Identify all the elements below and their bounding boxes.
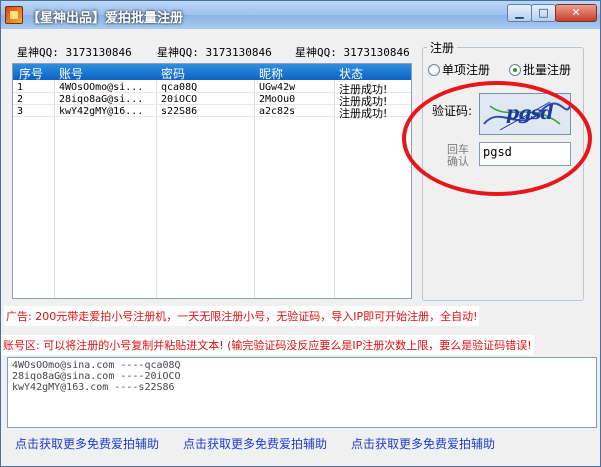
column-divider: [156, 64, 157, 298]
header-status[interactable]: 状态: [339, 65, 363, 82]
cell-nickname: a2c82s: [259, 106, 296, 117]
maximize-button[interactable]: □: [531, 4, 556, 22]
cell-index: 2: [17, 94, 24, 105]
radio-icon: [428, 64, 440, 76]
radio-single-register[interactable]: 单项注册: [428, 61, 490, 78]
header-password[interactable]: 密码: [161, 65, 185, 82]
radio-batch-label: 批量注册: [523, 63, 572, 77]
header-index[interactable]: 序号: [19, 65, 43, 82]
cell-status: 注册成功!: [339, 107, 388, 120]
column-divider: [54, 64, 55, 298]
column-divider: [254, 64, 255, 298]
account-area-hint: 账号区: 可以将注册的小号复制并粘贴进文本! (输完验证码没反应要么是IP注册次…: [1, 335, 534, 355]
free-helper-link-2[interactable]: 点击获取更多免费爱拍辅助: [183, 435, 327, 452]
radio-single-label: 单项注册: [442, 63, 491, 77]
header-nickname[interactable]: 昵称: [259, 65, 283, 82]
log-line: kwY42gMY@163.com ----s22S86: [12, 382, 175, 393]
log-line: 28iqo8aG@sina.com ----20iOCO: [12, 371, 181, 382]
cell-password: qca08Q: [161, 82, 198, 93]
highlight-circle: [402, 81, 592, 196]
table-header: 序号 账号 密码 昵称 状态: [13, 64, 411, 82]
ad-text: 广告: 200元带走爱拍小号注册机，一天无限注册小号，无验证码，导入IP即可开始…: [4, 306, 480, 326]
cell-password: 20iOCO: [161, 94, 198, 105]
cell-index: 1: [17, 82, 24, 93]
register-group-title: 注册: [427, 39, 458, 56]
radio-selected-icon: [509, 64, 521, 76]
app-icon: [5, 6, 23, 24]
cell-password: s22S86: [161, 106, 198, 117]
header-account[interactable]: 账号: [59, 65, 83, 82]
cell-index: 3: [17, 106, 24, 117]
account-log-textarea[interactable]: 4WOsOOmo@sina.com ----qca08Q 28iqo8aG@si…: [7, 357, 597, 428]
main-window: 【星神出品】爱拍批量注册 ▁ □ ✕ 星神QQ: 3173130846 星神QQ…: [0, 0, 601, 467]
free-helper-link-3[interactable]: 点击获取更多免费爱拍辅助: [351, 435, 495, 452]
window-title: 【星神出品】爱拍批量注册: [27, 11, 184, 26]
account-table[interactable]: 序号 账号 密码 昵称 状态 1 4WOsOOmo@si... qca08Q U…: [12, 63, 412, 299]
column-divider: [334, 64, 335, 298]
cell-account: 4WOsOOmo@si...: [59, 82, 144, 93]
qq-label-3: 星神QQ: 3173130846: [295, 46, 410, 59]
cell-nickname: 2MoOu0: [259, 94, 296, 105]
minimize-button[interactable]: ▁: [507, 4, 532, 22]
log-line: 4WOsOOmo@sina.com ----qca08Q: [12, 360, 181, 371]
title-bar[interactable]: 【星神出品】爱拍批量注册 ▁ □ ✕: [1, 1, 600, 29]
radio-batch-register[interactable]: 批量注册: [509, 61, 571, 78]
cell-account: 28iqo8aG@si...: [59, 94, 144, 105]
qq-label-2: 星神QQ: 3173130846: [157, 46, 272, 59]
close-button[interactable]: ✕: [555, 4, 597, 22]
qq-label-1: 星神QQ: 3173130846: [17, 46, 132, 59]
cell-nickname: UGw42w: [259, 82, 296, 93]
free-helper-link-1[interactable]: 点击获取更多免费爱拍辅助: [15, 435, 159, 452]
cell-account: kwY42gMY@16...: [59, 106, 144, 117]
